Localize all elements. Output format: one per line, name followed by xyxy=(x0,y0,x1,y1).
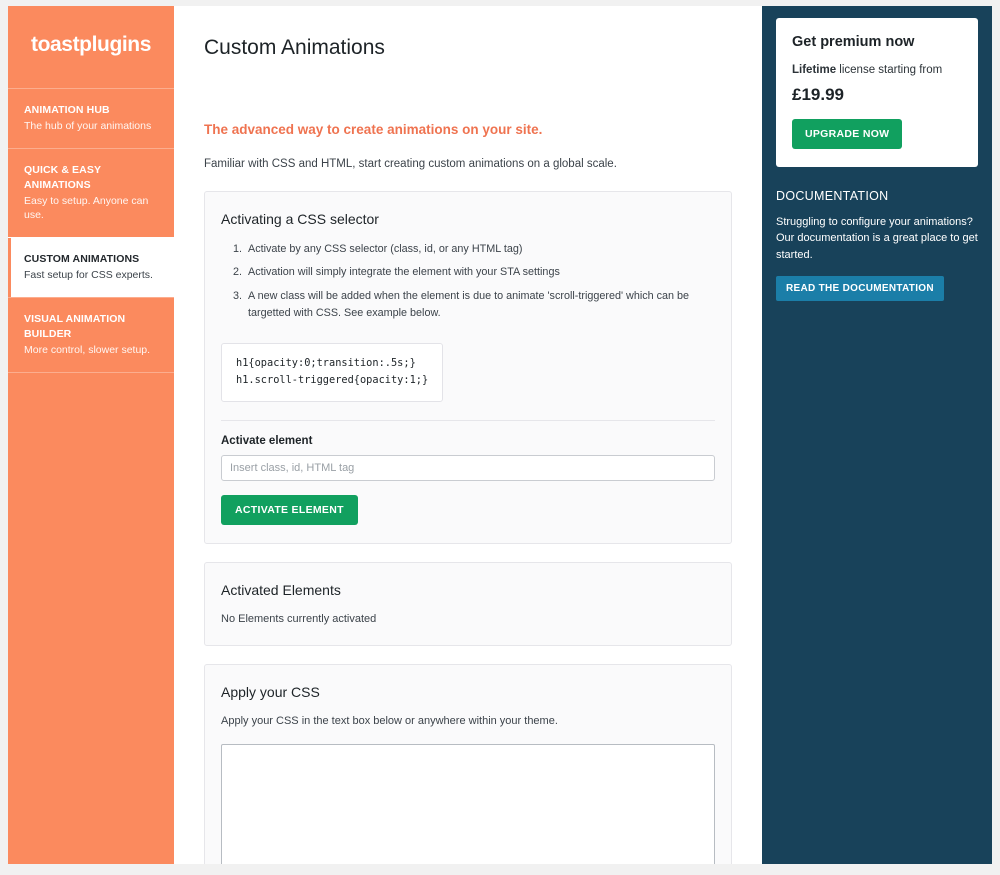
sidebar-item-quick-easy-animations[interactable]: QUICK & EASY ANIMATIONS Easy to setup. A… xyxy=(8,148,174,237)
activating-css-selector-card: Activating a CSS selector Activate by an… xyxy=(204,191,732,544)
steps-list: Activate by any CSS selector (class, id,… xyxy=(221,241,715,322)
right-sidebar: Get premium now Lifetime license startin… xyxy=(762,6,992,864)
card-title: Apply your CSS xyxy=(221,684,320,701)
css-example-code: h1{opacity:0;transition:.5s;} h1.scroll-… xyxy=(221,342,444,402)
activate-element-button[interactable]: ACTIVATE ELEMENT xyxy=(221,494,358,525)
sidebar-item-title: CUSTOM ANIMATIONS xyxy=(24,253,140,266)
activate-element-input[interactable] xyxy=(221,454,715,481)
sidebar-item-animation-hub[interactable]: ANIMATION HUB The hub of your animations xyxy=(8,88,174,148)
documentation-heading: DOCUMENTATION xyxy=(776,188,889,203)
sidebar-item-custom-animations[interactable]: CUSTOM ANIMATIONS Fast setup for CSS exp… xyxy=(8,237,174,298)
sidebar-item-title: VISUAL ANIMATION BUILDER xyxy=(24,313,126,340)
list-item: Activate by any CSS selector (class, id,… xyxy=(245,241,715,258)
activated-elements-card: Activated Elements No Elements currently… xyxy=(204,561,732,647)
admin-page: toastplugins ANIMATION HUB The hub of yo… xyxy=(8,6,992,864)
apply-your-css-card: Apply your CSS Apply your CSS in the tex… xyxy=(204,664,732,864)
sidebar-item-title: QUICK & EASY ANIMATIONS xyxy=(24,164,101,191)
card-title: Activating a CSS selector xyxy=(221,211,379,228)
list-item: A new class will be added when the eleme… xyxy=(245,288,715,321)
promo-subtitle-rest: license starting from xyxy=(836,64,943,77)
sidebar-item-subtitle: More control, slower setup. xyxy=(24,343,151,356)
premium-promo-card: Get premium now Lifetime license startin… xyxy=(776,18,978,167)
activated-elements-empty-text: No Elements currently activated xyxy=(221,612,377,625)
sidebar-item-visual-animation-builder[interactable]: VISUAL ANIMATION BUILDER More control, s… xyxy=(8,297,174,373)
page-tagline: The advanced way to create animations on… xyxy=(204,122,543,138)
promo-price: £19.99 xyxy=(792,85,844,105)
page-intro: Familiar with CSS and HTML, start creati… xyxy=(204,158,617,171)
sidebar-item-subtitle: Easy to setup. Anyone can use. xyxy=(24,194,149,221)
promo-subtitle-bold: Lifetime xyxy=(792,64,837,77)
upgrade-now-button[interactable]: UPGRADE NOW xyxy=(792,118,903,149)
brand-name: toastplugins xyxy=(30,33,152,56)
documentation-text: Struggling to configure your animations?… xyxy=(776,215,978,261)
main-content: Custom Animations The advanced way to cr… xyxy=(174,6,762,864)
sidebar-item-title: ANIMATION HUB xyxy=(24,104,110,116)
apply-css-note: Apply your CSS in the text box below or … xyxy=(221,715,558,728)
list-item: Activation will simply integrate the ele… xyxy=(245,264,715,281)
sidebar-item-subtitle: Fast setup for CSS experts. xyxy=(24,269,153,282)
card-divider xyxy=(221,419,715,421)
read-documentation-button[interactable]: READ THE DOCUMENTATION xyxy=(776,276,944,302)
left-sidebar: toastplugins ANIMATION HUB The hub of yo… xyxy=(8,6,174,864)
page-title: Custom Animations xyxy=(204,36,385,59)
promo-subtitle: Lifetime license starting from xyxy=(792,62,962,78)
custom-css-textarea[interactable] xyxy=(221,743,715,864)
brand-logo: toastplugins xyxy=(8,6,174,88)
sidebar-item-subtitle: The hub of your animations xyxy=(24,120,152,133)
card-title: Activated Elements xyxy=(221,581,341,598)
activate-element-label: Activate element xyxy=(221,434,313,447)
promo-title: Get premium now xyxy=(792,34,915,50)
